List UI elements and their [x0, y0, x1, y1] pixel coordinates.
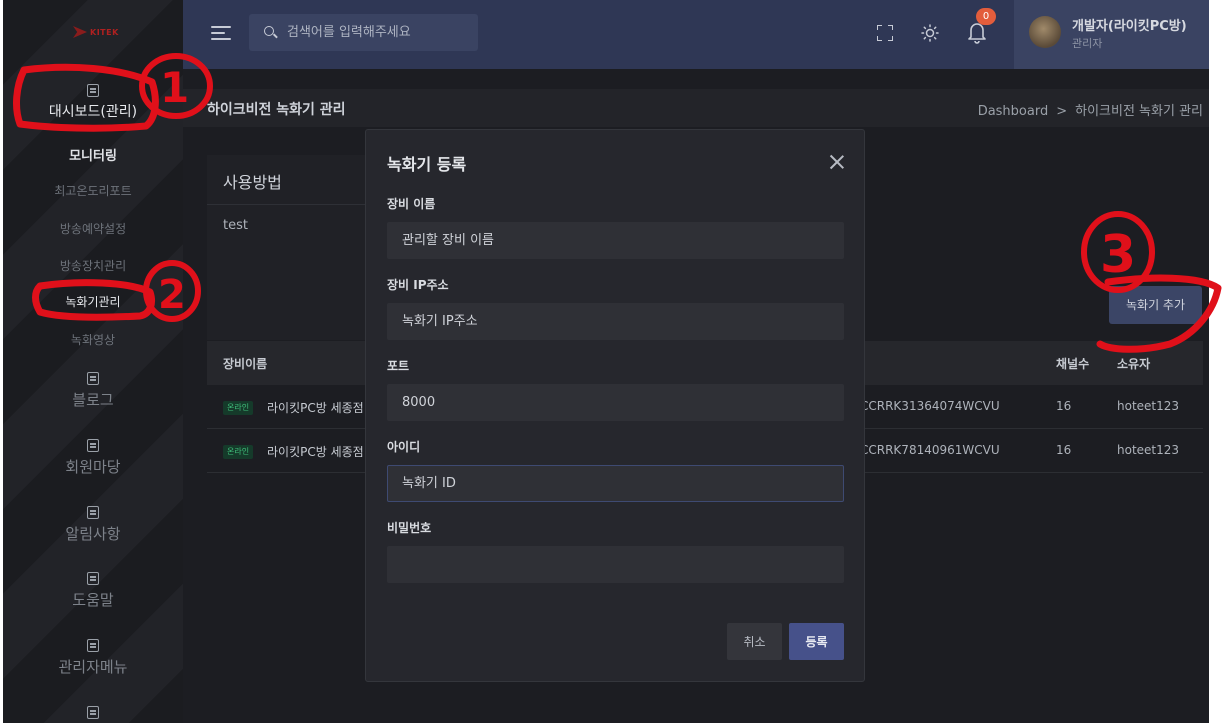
sidebar-item-help[interactable]: 도움말 — [3, 572, 183, 610]
document-icon — [87, 706, 99, 719]
usage-text: test — [223, 218, 248, 233]
topbar: 0 개발자(라이킷PC방) 관리자 — [183, 0, 1209, 69]
breadcrumb-current: 하이크비전 녹화기 관리 — [1075, 104, 1203, 119]
column-header-owner: 소유자 — [1117, 357, 1151, 371]
notification-badge: 0 — [976, 8, 996, 25]
close-icon[interactable] — [828, 153, 846, 171]
document-icon — [87, 439, 99, 452]
sidebar-item-notices[interactable]: 알림사항 — [3, 506, 183, 544]
sidebar-item-dashboard[interactable]: 대시보드(관리) — [3, 84, 183, 121]
sidebar-item-blog[interactable]: 블로그 — [3, 372, 183, 410]
cancel-button[interactable]: 취소 — [727, 623, 782, 660]
modal-title: 녹화기 등록 — [387, 155, 467, 174]
sidebar-sub-recordings[interactable]: 녹화영상 — [3, 331, 183, 348]
device-ip-input[interactable] — [387, 303, 844, 340]
usage-title: 사용방법 — [223, 173, 282, 192]
device-serial: CCRRK78140961WCVU — [860, 443, 1000, 457]
search-input[interactable] — [287, 14, 472, 51]
user-name: 개발자(라이킷PC방) — [1072, 19, 1187, 34]
logo-icon — [73, 26, 87, 38]
document-icon — [87, 506, 99, 519]
sidebar-item-label: 알림사항 — [65, 525, 121, 543]
theme-toggle-icon[interactable] — [921, 24, 939, 42]
user-id-label: 아이디 — [387, 440, 421, 454]
device-channels: 16 — [1056, 443, 1072, 457]
breadcrumb-dashboard[interactable]: Dashboard — [978, 104, 1049, 119]
window-edge — [1209, 0, 1226, 723]
status-badge: 온라인 — [223, 401, 254, 415]
sidebar-item-label: 도움말 — [72, 591, 114, 609]
breadcrumb: Dashboard > 하이크비전 녹화기 관리 — [978, 100, 1203, 119]
sidebar-sub-broadcast-schedule[interactable]: 방송예약설정 — [3, 220, 183, 237]
sidebar-item-label: 회원마당 — [65, 458, 121, 476]
page-header: 하이크비전 녹화기 관리 Dashboard > 하이크비전 녹화기 관리 — [183, 89, 1209, 127]
user-id-input[interactable] — [387, 465, 844, 502]
port-input[interactable] — [387, 384, 844, 421]
breadcrumb-separator: > — [1056, 104, 1068, 119]
sidebar-sub-monitoring[interactable]: 모니터링 — [3, 145, 183, 164]
device-name-input[interactable] — [387, 222, 844, 259]
column-header-name: 장비이름 — [223, 357, 268, 371]
device-name: 라이킷PC방 세종점 — [267, 401, 364, 415]
device-owner: hoteet123 — [1117, 399, 1180, 413]
device-serial: CCRRK31364074WCVU — [860, 399, 1000, 413]
page-title: 하이크비전 녹화기 관리 — [207, 102, 346, 118]
sidebar: KITEK 대시보드(관리) 모니터링 최고온도리포트 방송예약설정 방송장치관… — [3, 0, 183, 723]
sidebar-sub-temp-report[interactable]: 최고온도리포트 — [3, 182, 183, 199]
device-channels: 16 — [1056, 399, 1072, 413]
logo-text: KITEK — [90, 27, 119, 37]
sidebar-item-admin-menu[interactable]: 관리자메뉴 — [3, 639, 183, 677]
divider — [207, 204, 387, 205]
search-icon — [264, 26, 274, 36]
submit-button[interactable]: 등록 — [789, 623, 844, 660]
document-icon — [87, 572, 99, 585]
document-icon — [87, 639, 99, 652]
usage-card: 사용방법 test — [207, 155, 387, 340]
menu-toggle-icon[interactable] — [211, 26, 231, 40]
sidebar-sub-recorder[interactable]: 녹화기관리 — [3, 293, 183, 310]
user-menu[interactable]: 개발자(라이킷PC방) 관리자 — [1014, 0, 1209, 69]
password-input[interactable] — [387, 546, 844, 583]
sidebar-item-label: 관리자메뉴 — [58, 658, 128, 676]
document-icon — [87, 372, 99, 385]
sidebar-item-label: 대시보드(관리) — [48, 104, 138, 120]
port-label: 포트 — [387, 359, 410, 373]
user-role: 관리자 — [1072, 37, 1103, 50]
add-recorder-button[interactable]: 녹화기 추가 — [1109, 286, 1202, 324]
sidebar-item-members[interactable]: 회원마당 — [3, 439, 183, 477]
avatar — [1029, 16, 1061, 48]
device-owner: hoteet123 — [1117, 443, 1180, 457]
document-icon — [87, 84, 99, 97]
sidebar-sub-broadcast-device[interactable]: 방송장치관리 — [3, 257, 183, 274]
register-recorder-modal: 녹화기 등록 장비 이름 장비 IP주소 포트 아이디 비밀번호 취소 등록 — [365, 129, 865, 682]
password-label: 비밀번호 — [387, 521, 432, 535]
sidebar-item-more[interactable] — [3, 706, 183, 723]
column-header-channels: 채널수 — [1056, 357, 1090, 371]
status-badge: 온라인 — [223, 445, 254, 459]
sidebar-item-label: 블로그 — [72, 391, 114, 409]
logo[interactable]: KITEK — [73, 26, 119, 38]
device-name: 라이킷PC방 세종점 — [267, 445, 364, 459]
device-ip-label: 장비 IP주소 — [387, 278, 449, 292]
fullscreen-icon[interactable] — [877, 25, 893, 41]
search-box — [249, 14, 478, 51]
device-name-label: 장비 이름 — [387, 197, 436, 211]
